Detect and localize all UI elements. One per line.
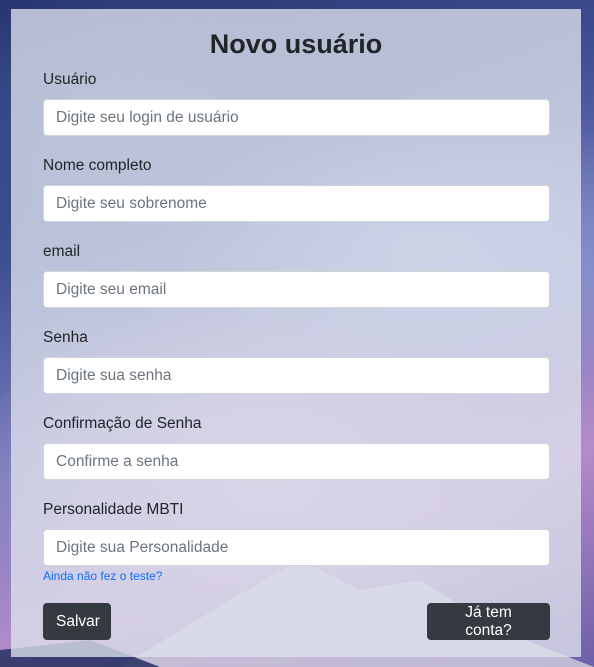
password-confirm-field-group: Confirmação de Senha bbox=[43, 413, 550, 480]
email-field-group: email bbox=[43, 241, 550, 308]
mbti-test-link[interactable]: Ainda não fez o teste? bbox=[43, 569, 162, 583]
save-button[interactable]: Salvar bbox=[43, 603, 111, 640]
password-input[interactable] bbox=[43, 357, 550, 394]
fullname-field-group: Nome completo bbox=[43, 155, 550, 222]
mbti-field-group: Personalidade MBTI bbox=[43, 499, 550, 566]
fullname-input[interactable] bbox=[43, 185, 550, 222]
username-label: Usuário bbox=[43, 71, 97, 88]
email-input[interactable] bbox=[43, 271, 550, 308]
password-field-group: Senha bbox=[43, 327, 550, 394]
password-label: Senha bbox=[43, 329, 88, 346]
registration-form-panel: Novo usuário Usuário Nome completo email… bbox=[11, 9, 581, 657]
username-field-group: Usuário bbox=[43, 69, 550, 136]
page-title: Novo usuário bbox=[209, 29, 383, 59]
mbti-input[interactable] bbox=[43, 529, 550, 566]
already-have-account-button[interactable]: Já tem conta? bbox=[427, 603, 550, 640]
username-input[interactable] bbox=[43, 99, 550, 136]
password-confirm-input[interactable] bbox=[43, 443, 550, 480]
password-confirm-label: Confirmação de Senha bbox=[43, 415, 202, 432]
fullname-label: Nome completo bbox=[43, 157, 152, 174]
mbti-label: Personalidade MBTI bbox=[43, 501, 184, 518]
email-label: email bbox=[43, 243, 81, 260]
